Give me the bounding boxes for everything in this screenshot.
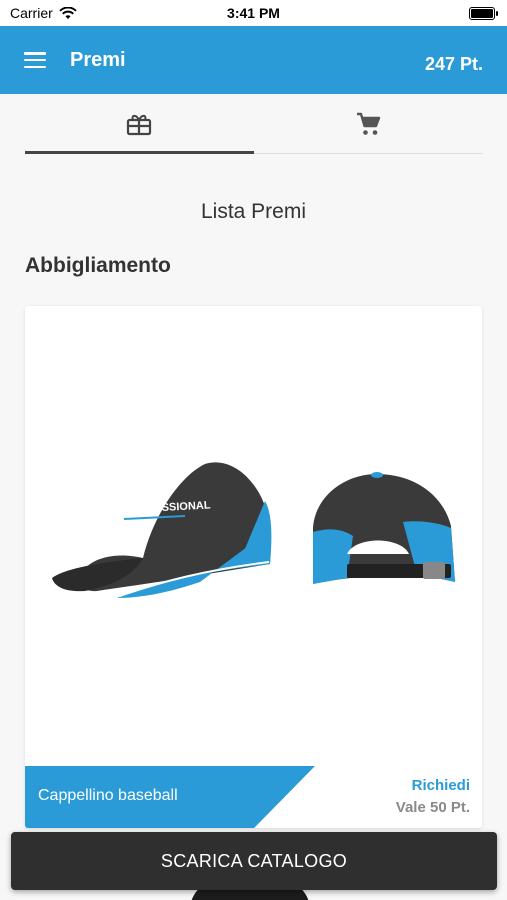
page-title: Premi (70, 48, 126, 71)
battery-icon (469, 6, 498, 20)
points-balance: 247 Pt. (424, 53, 483, 74)
request-button[interactable]: Richiedi (412, 777, 470, 794)
app-bar: Premi 247 Pt. (0, 26, 507, 94)
product-value: Vale 50 Pt. (395, 799, 470, 816)
product-footer: Cappellino baseball Richiedi Vale 50 Pt. (25, 766, 482, 828)
gift-icon (127, 114, 152, 135)
cart-icon (356, 112, 380, 135)
tab-cart[interactable] (254, 94, 483, 153)
tab-bar (25, 94, 482, 154)
screen: Carrier 3:41 PM Premi 247 Pt. Lista Prem… (0, 0, 507, 900)
download-catalog-button[interactable]: SCARICA CATALOGO (11, 832, 497, 890)
product-image: PROFESSIONAL (25, 306, 482, 766)
status-bar: Carrier 3:41 PM (0, 0, 507, 26)
wifi-icon (59, 6, 77, 19)
cap-image: PROFESSIONAL (52, 462, 455, 598)
section-heading: Lista Premi (200, 200, 307, 223)
category-title: Abbigliamento (25, 254, 171, 277)
product-name: Cappellino baseball (38, 787, 178, 804)
product-card[interactable]: PROFESSIONAL Cappellino baseball Richied… (25, 306, 482, 828)
tab-rewards[interactable] (25, 94, 254, 154)
carrier-label: Carrier (10, 5, 53, 21)
status-left: Carrier (10, 5, 77, 21)
menu-icon[interactable] (24, 52, 46, 68)
